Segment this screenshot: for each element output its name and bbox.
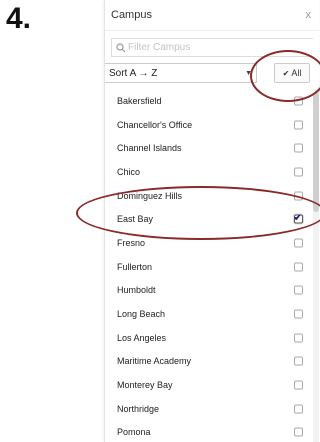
campus-label: Fresno xyxy=(117,237,146,248)
checkbox[interactable] xyxy=(294,143,303,153)
controls-row: Sort A → Z ▼ ✔ All xyxy=(105,60,319,88)
checkbox[interactable] xyxy=(294,427,303,437)
list-item[interactable]: Monterey Bay xyxy=(105,373,319,397)
campus-label: East Bay xyxy=(117,214,154,225)
panel-title: Campus xyxy=(111,9,152,21)
campus-label: Bakersfield xyxy=(117,95,162,106)
checkbox[interactable] xyxy=(294,96,303,106)
list-item[interactable]: Fresno xyxy=(105,231,319,255)
checkbox-checked[interactable]: ✔ xyxy=(294,212,303,224)
checkbox[interactable] xyxy=(294,380,303,390)
campus-list: Bakersfield Chancellor's Office Channel Is… xyxy=(105,89,319,442)
campus-label: Humboldt xyxy=(117,285,156,296)
list-item[interactable]: East Bay ✔ xyxy=(105,207,319,231)
list-item[interactable]: Chancellor's Office xyxy=(105,113,319,137)
campus-label: Los Angeles xyxy=(117,332,167,343)
campus-label: Northridge xyxy=(117,403,160,414)
list-item[interactable]: Channel Islands xyxy=(105,136,319,160)
search-icon xyxy=(116,42,126,52)
list-item[interactable]: Los Angeles xyxy=(105,326,319,350)
close-button[interactable]: x xyxy=(306,9,312,21)
list-item[interactable]: Northridge xyxy=(105,397,319,421)
checkbox[interactable] xyxy=(294,333,303,343)
chevron-down-icon: ▼ xyxy=(245,69,252,77)
campus-label: Dominguez Hills xyxy=(117,190,183,201)
checkbox[interactable] xyxy=(294,309,303,319)
campus-label: Chancellor's Office xyxy=(117,119,193,130)
sort-dropdown[interactable]: Sort A → Z ▼ xyxy=(105,63,257,83)
list-item[interactable]: Long Beach xyxy=(105,302,319,326)
list-item[interactable]: Bakersfield xyxy=(105,89,319,113)
select-all-label: All xyxy=(291,68,302,78)
checkbox[interactable] xyxy=(294,404,303,414)
checkbox[interactable] xyxy=(294,238,303,248)
sort-selected-label: Sort A → Z xyxy=(109,67,158,79)
checkbox[interactable] xyxy=(294,262,303,272)
list-item[interactable]: Maritime Academy xyxy=(105,350,319,374)
list-item[interactable]: Dominguez Hills xyxy=(105,184,319,208)
list-item[interactable]: Pomona xyxy=(105,421,319,442)
checkmark-icon: ✔ xyxy=(282,68,290,78)
list-item[interactable]: Fullerton xyxy=(105,255,319,279)
step-number: 4. xyxy=(6,2,32,35)
panel-header: Campus x xyxy=(105,0,319,31)
checkbox[interactable] xyxy=(294,167,303,177)
scrollbar-thumb[interactable] xyxy=(313,92,319,212)
checkbox[interactable] xyxy=(294,191,303,201)
campus-label: Monterey Bay xyxy=(117,380,173,391)
campus-label: Pomona xyxy=(117,427,151,438)
checkbox[interactable] xyxy=(294,285,303,295)
campus-label: Fullerton xyxy=(117,261,153,272)
campus-filter-panel: Campus x Sort A → Z ▼ ✔ All Bakersfield C… xyxy=(104,0,319,442)
campus-label: Chico xyxy=(117,166,141,177)
checkmark-icon: ✔ xyxy=(294,212,302,223)
search-input[interactable] xyxy=(128,42,298,53)
campus-label: Long Beach xyxy=(117,309,166,320)
list-item[interactable]: Humboldt xyxy=(105,279,319,303)
select-all-button[interactable]: ✔ All xyxy=(274,63,310,83)
checkbox[interactable] xyxy=(294,356,303,366)
list-item[interactable]: Chico xyxy=(105,160,319,184)
campus-label: Maritime Academy xyxy=(117,356,192,367)
search-box xyxy=(111,38,313,57)
checkbox[interactable] xyxy=(294,120,303,130)
campus-label: Channel Islands xyxy=(117,143,182,154)
